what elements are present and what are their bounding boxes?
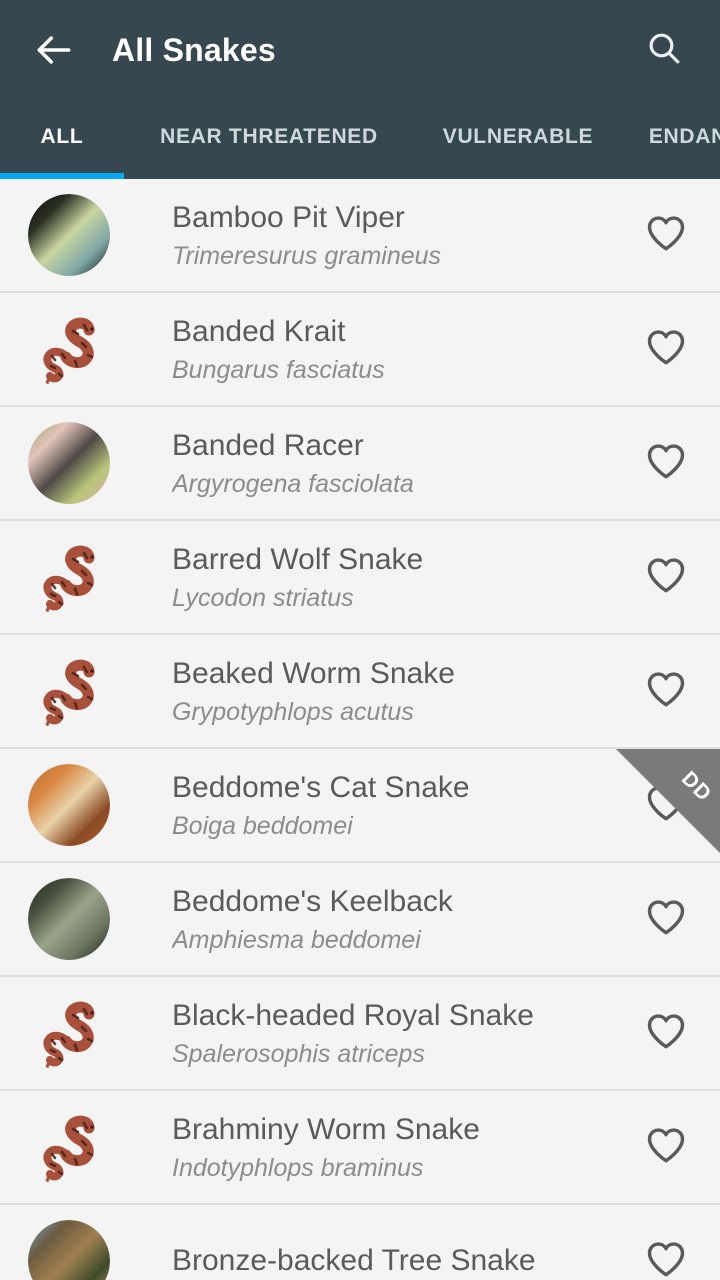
favorite-button[interactable]: [636, 775, 696, 835]
species-scientific-name: Bungarus fasciatus: [172, 356, 385, 384]
species-thumbnail: [28, 878, 110, 960]
snake-placeholder-icon: [28, 536, 110, 618]
species-text: Beaked Worm Snake Grypotyphlops acutus: [172, 635, 626, 747]
species-common-name: Brahminy Worm Snake: [172, 1113, 480, 1146]
species-scientific-name: Grypotyphlops acutus: [172, 698, 414, 726]
species-photo: [28, 878, 110, 960]
tab-label: NEAR THREATENED: [160, 124, 378, 148]
species-scientific-name: Argyrogena fasciolata: [172, 470, 414, 498]
tab-label: ENDANGERED: [648, 124, 720, 148]
species-thumbnail: [28, 764, 110, 846]
favorite-button[interactable]: [636, 433, 696, 493]
species-thumbnail: [28, 194, 110, 276]
list-item[interactable]: Barred Wolf Snake Lycodon striatus: [0, 521, 720, 635]
species-scientific-name: Trimeresurus gramineus: [172, 242, 442, 270]
species-scientific-name: Indotyphlops braminus: [172, 1154, 424, 1182]
species-common-name: Banded Racer: [172, 429, 364, 462]
heart-outline-icon: [643, 894, 689, 945]
tab-near-threatened[interactable]: NEAR THREATENED: [124, 100, 414, 173]
species-text: Banded Racer Argyrogena fasciolata: [172, 407, 626, 519]
species-text: Bamboo Pit Viper Trimeresurus gramineus: [172, 179, 626, 291]
favorite-button[interactable]: [636, 319, 696, 379]
favorite-button[interactable]: [636, 889, 696, 949]
tab-all[interactable]: ALL: [0, 100, 124, 173]
species-photo: [28, 194, 110, 276]
list-item[interactable]: Beaked Worm Snake Grypotyphlops acutus: [0, 635, 720, 749]
snake-placeholder-icon: [28, 308, 110, 390]
species-common-name: Bronze-backed Tree Snake: [172, 1244, 536, 1277]
favorite-button[interactable]: [636, 205, 696, 265]
species-common-name: Banded Krait: [172, 315, 346, 348]
species-text: Beddome's Cat Snake Boiga beddomei: [172, 749, 626, 861]
species-photo: [28, 422, 110, 504]
list-item[interactable]: Banded Racer Argyrogena fasciolata: [0, 407, 720, 521]
species-photo: [28, 1220, 110, 1280]
back-button[interactable]: [28, 24, 80, 76]
species-text: Banded Krait Bungarus fasciatus: [172, 293, 626, 405]
toolbar: All Snakes: [0, 0, 720, 100]
search-button[interactable]: [636, 22, 692, 78]
species-text: Beddome's Keelback Amphiesma beddomei: [172, 863, 626, 975]
species-scientific-name: Spalerosophis atriceps: [172, 1040, 425, 1068]
favorite-button[interactable]: [636, 1003, 696, 1063]
species-scientific-name: Lycodon striatus: [172, 584, 354, 612]
heart-outline-icon: [643, 324, 689, 375]
favorite-button[interactable]: [636, 1231, 696, 1280]
snake-placeholder-icon: [28, 1106, 110, 1188]
snake-placeholder-icon: [28, 992, 110, 1074]
species-thumbnail: [28, 422, 110, 504]
species-scientific-name: Amphiesma beddomei: [172, 926, 421, 954]
page-title: All Snakes: [112, 31, 276, 68]
heart-outline-icon: [643, 1236, 689, 1280]
favorite-button[interactable]: [636, 661, 696, 721]
heart-outline-icon: [643, 552, 689, 603]
species-thumbnail: [28, 1220, 110, 1280]
app-bar: All Snakes ALL NEAR THREATENED VULNERABLE E…: [0, 0, 720, 179]
favorite-button[interactable]: [636, 547, 696, 607]
tab-endangered[interactable]: ENDANGERED: [622, 100, 720, 173]
species-common-name: Black-headed Royal Snake: [172, 999, 534, 1032]
list-item[interactable]: Black-headed Royal Snake Spalerosophis at…: [0, 977, 720, 1091]
species-common-name: Bamboo Pit Viper: [172, 201, 405, 234]
species-common-name: Beddome's Keelback: [172, 885, 453, 918]
heart-outline-icon: [643, 666, 689, 717]
favorite-button[interactable]: [636, 1117, 696, 1177]
tab-label: VULNERABLE: [442, 124, 594, 148]
species-scientific-name: Boiga beddomei: [172, 812, 353, 840]
back-arrow-icon: [32, 28, 76, 72]
species-text: Black-headed Royal Snake Spalerosophis at…: [172, 977, 626, 1089]
species-photo: [28, 764, 110, 846]
list-item[interactable]: Beddome's Keelback Amphiesma beddomei: [0, 863, 720, 977]
species-list[interactable]: Bamboo Pit Viper Trimeresurus gramineus Ba…: [0, 179, 720, 1280]
search-icon: [644, 28, 684, 73]
tab-label: ALL: [40, 124, 84, 148]
species-common-name: Beddome's Cat Snake: [172, 771, 470, 804]
species-common-name: Barred Wolf Snake: [172, 543, 424, 576]
heart-outline-icon: [643, 210, 689, 261]
species-text: Barred Wolf Snake Lycodon striatus: [172, 521, 626, 633]
heart-outline-icon: [643, 438, 689, 489]
tab-vulnerable[interactable]: VULNERABLE: [414, 100, 622, 173]
heart-outline-icon: [643, 1008, 689, 1059]
species-text: Bronze-backed Tree Snake: [172, 1205, 626, 1280]
snake-placeholder-icon: [28, 650, 110, 732]
list-item[interactable]: Bronze-backed Tree Snake: [0, 1205, 720, 1280]
list-item[interactable]: Banded Krait Bungarus fasciatus: [0, 293, 720, 407]
list-item[interactable]: Bamboo Pit Viper Trimeresurus gramineus: [0, 179, 720, 293]
species-common-name: Beaked Worm Snake: [172, 657, 455, 690]
heart-outline-icon: [643, 780, 689, 831]
heart-outline-icon: [643, 1122, 689, 1173]
list-item[interactable]: Beddome's Cat Snake Boiga beddomei DD: [0, 749, 720, 863]
list-item[interactable]: Brahminy Worm Snake Indotyphlops braminus: [0, 1091, 720, 1205]
tab-bar[interactable]: ALL NEAR THREATENED VULNERABLE ENDANGERED: [0, 100, 720, 179]
species-text: Brahminy Worm Snake Indotyphlops braminus: [172, 1091, 626, 1203]
